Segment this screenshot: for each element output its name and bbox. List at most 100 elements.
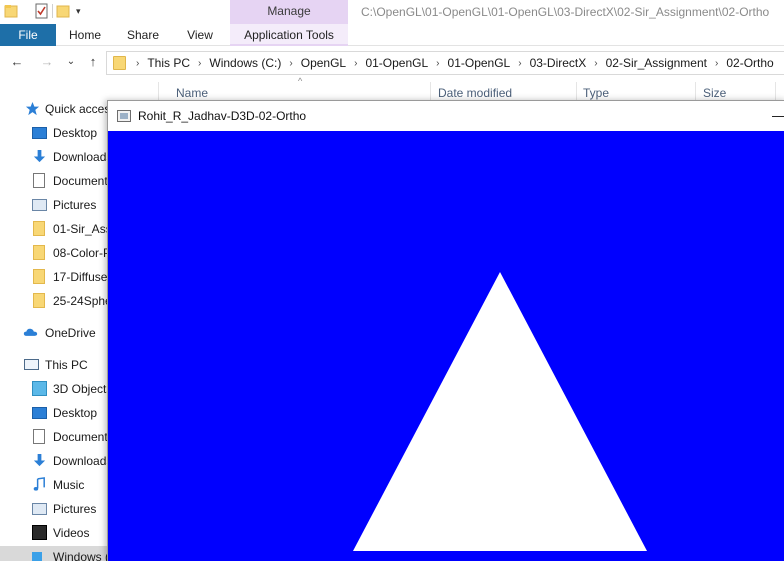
nav-item-3d-objects[interactable]: 3D Objects bbox=[0, 378, 108, 400]
breadcrumb-separator[interactable]: › bbox=[715, 58, 718, 69]
up-button[interactable]: ↑ bbox=[86, 55, 100, 69]
app-window[interactable]: Rohit_R_Jadhav-D3D-02-Ortho — bbox=[107, 100, 784, 561]
app-window-title: Rohit_R_Jadhav-D3D-02-Ortho bbox=[138, 109, 307, 123]
nav-item-pictures[interactable]: Pictures bbox=[0, 194, 108, 216]
nav-item-desktop[interactable]: Desktop bbox=[0, 122, 108, 144]
breadcrumb-separator[interactable]: › bbox=[198, 58, 201, 69]
downloads-icon bbox=[33, 453, 46, 467]
breadcrumb-separator[interactable]: › bbox=[436, 58, 439, 69]
breadcrumb-windows-c[interactable]: Windows (C:) bbox=[209, 56, 281, 70]
address-row: ← → ⌄ ↑ › This PC › Windows (C:) › OpenG… bbox=[0, 46, 784, 80]
column-separator[interactable] bbox=[576, 82, 577, 102]
properties-icon[interactable] bbox=[34, 3, 50, 19]
nav-item-music[interactable]: Music bbox=[0, 474, 108, 496]
folder-icon bbox=[33, 221, 45, 236]
nav-label: This PC bbox=[45, 358, 88, 372]
nav-this-pc[interactable]: This PC bbox=[0, 354, 108, 376]
nav-item-pictures[interactable]: Pictures bbox=[0, 498, 108, 520]
nav-label: OneDrive bbox=[45, 326, 96, 340]
breadcrumb: › This PC › Windows (C:) › OpenGL › 01-O… bbox=[107, 52, 774, 74]
column-separator[interactable] bbox=[695, 82, 696, 102]
nav-label: Desktop bbox=[53, 126, 98, 140]
tab-home[interactable]: Home bbox=[60, 24, 110, 46]
render-surface bbox=[108, 131, 784, 561]
nav-label: 17-Diffuse bbox=[53, 270, 108, 284]
tab-view[interactable]: View bbox=[176, 24, 224, 46]
breadcrumb-separator[interactable]: › bbox=[289, 58, 292, 69]
ribbon-tabs: File Home Share View Application Tools bbox=[0, 24, 784, 46]
quick-access-separator bbox=[52, 4, 53, 18]
column-separator[interactable] bbox=[775, 82, 776, 102]
app-window-title-bar[interactable]: Rohit_R_Jadhav-D3D-02-Ortho — bbox=[108, 101, 784, 131]
nav-item-videos[interactable]: Videos bbox=[0, 522, 108, 544]
customize-toolbar-dropdown[interactable]: ▾ bbox=[76, 6, 81, 17]
music-icon bbox=[33, 477, 45, 491]
breadcrumb-01-opengl[interactable]: 01-OpenGL bbox=[365, 56, 428, 70]
pictures-icon bbox=[32, 503, 47, 515]
breadcrumb-separator[interactable]: › bbox=[518, 58, 521, 69]
address-bar[interactable]: › This PC › Windows (C:) › OpenGL › 01-O… bbox=[106, 51, 784, 75]
sort-indicator: ^ bbox=[298, 76, 303, 86]
onedrive-cloud-icon bbox=[23, 328, 38, 336]
nav-label: Documents bbox=[53, 430, 108, 444]
recent-locations-button[interactable]: ⌄ bbox=[64, 55, 78, 69]
back-button[interactable]: ← bbox=[10, 55, 24, 69]
nav-label: Downloads bbox=[53, 454, 108, 468]
folder-icon bbox=[33, 269, 45, 284]
star-icon bbox=[25, 101, 40, 116]
breadcrumb-opengl[interactable]: OpenGL bbox=[301, 56, 346, 70]
3d-objects-icon bbox=[32, 381, 47, 396]
drive-icon bbox=[32, 552, 42, 561]
nav-item-downloads[interactable]: Downloads bbox=[0, 146, 108, 168]
nav-label: 01-Sir_Assignment bbox=[53, 222, 108, 236]
nav-item-folder[interactable]: 01-Sir_Assignment bbox=[0, 218, 108, 240]
nav-label: Downloads bbox=[53, 150, 108, 164]
window-title-path: C:\OpenGL\01-OpenGL\01-OpenGL\03-DirectX… bbox=[361, 5, 770, 19]
nav-item-folder[interactable]: 08-Color-P bbox=[0, 242, 108, 264]
column-separator[interactable] bbox=[158, 82, 159, 102]
breadcrumb-this-pc[interactable]: This PC bbox=[147, 56, 190, 70]
nav-label: 08-Color-P bbox=[53, 246, 108, 260]
nav-label: Desktop bbox=[53, 406, 98, 420]
videos-icon bbox=[32, 525, 47, 540]
tab-file[interactable]: File bbox=[0, 24, 56, 46]
nav-quick-access[interactable]: Quick access bbox=[0, 98, 108, 120]
breadcrumb-03-directx[interactable]: 03-DirectX bbox=[530, 56, 587, 70]
folder-icon[interactable] bbox=[4, 3, 20, 19]
breadcrumb-01-opengl-2[interactable]: 01-OpenGL bbox=[448, 56, 511, 70]
breadcrumb-separator[interactable]: › bbox=[354, 58, 357, 69]
nav-item-documents[interactable]: Documents bbox=[0, 170, 108, 192]
minimize-button[interactable]: — bbox=[772, 107, 784, 123]
folder-icon bbox=[33, 245, 45, 260]
folder-icon bbox=[113, 56, 126, 70]
navigation-pane: Quick access Desktop Downloads Documents… bbox=[0, 96, 108, 561]
manage-tab[interactable]: Manage bbox=[230, 0, 348, 24]
forward-button[interactable]: → bbox=[40, 55, 54, 69]
app-icon bbox=[117, 110, 131, 122]
this-pc-icon bbox=[24, 359, 39, 370]
nav-item-folder[interactable]: 17-Diffuse bbox=[0, 266, 108, 288]
folder-icon bbox=[33, 293, 45, 308]
nav-item-downloads[interactable]: Downloads bbox=[0, 450, 108, 472]
tab-application-tools[interactable]: Application Tools bbox=[230, 24, 348, 46]
tab-share[interactable]: Share bbox=[118, 24, 168, 46]
explorer-title-bar: ▾ Manage C:\OpenGL\01-OpenGL\01-OpenGL\0… bbox=[0, 0, 784, 24]
nav-label: Pictures bbox=[53, 198, 97, 212]
nav-onedrive[interactable]: OneDrive bbox=[0, 322, 108, 344]
nav-item-windows-c[interactable]: Windows (C:) bbox=[0, 546, 108, 561]
column-separator[interactable] bbox=[430, 82, 431, 102]
nav-item-documents[interactable]: Documents bbox=[0, 426, 108, 448]
breadcrumb-02-sir-assignment[interactable]: 02-Sir_Assignment bbox=[606, 56, 707, 70]
desktop-icon bbox=[32, 127, 47, 139]
breadcrumb-separator[interactable]: › bbox=[594, 58, 597, 69]
nav-label: Pictures bbox=[53, 502, 97, 516]
nav-label: Videos bbox=[53, 526, 90, 540]
nav-item-folder[interactable]: 25-24Sphe bbox=[0, 290, 108, 312]
new-folder-icon[interactable] bbox=[56, 3, 72, 19]
breadcrumb-02-ortho[interactable]: 02-Ortho bbox=[726, 56, 773, 70]
nav-item-desktop[interactable]: Desktop bbox=[0, 402, 108, 424]
render-canvas[interactable] bbox=[108, 131, 784, 561]
desktop-screen: ▾ Manage C:\OpenGL\01-OpenGL\01-OpenGL\0… bbox=[0, 0, 784, 561]
documents-icon bbox=[33, 429, 45, 444]
nav-label: Documents bbox=[53, 174, 108, 188]
